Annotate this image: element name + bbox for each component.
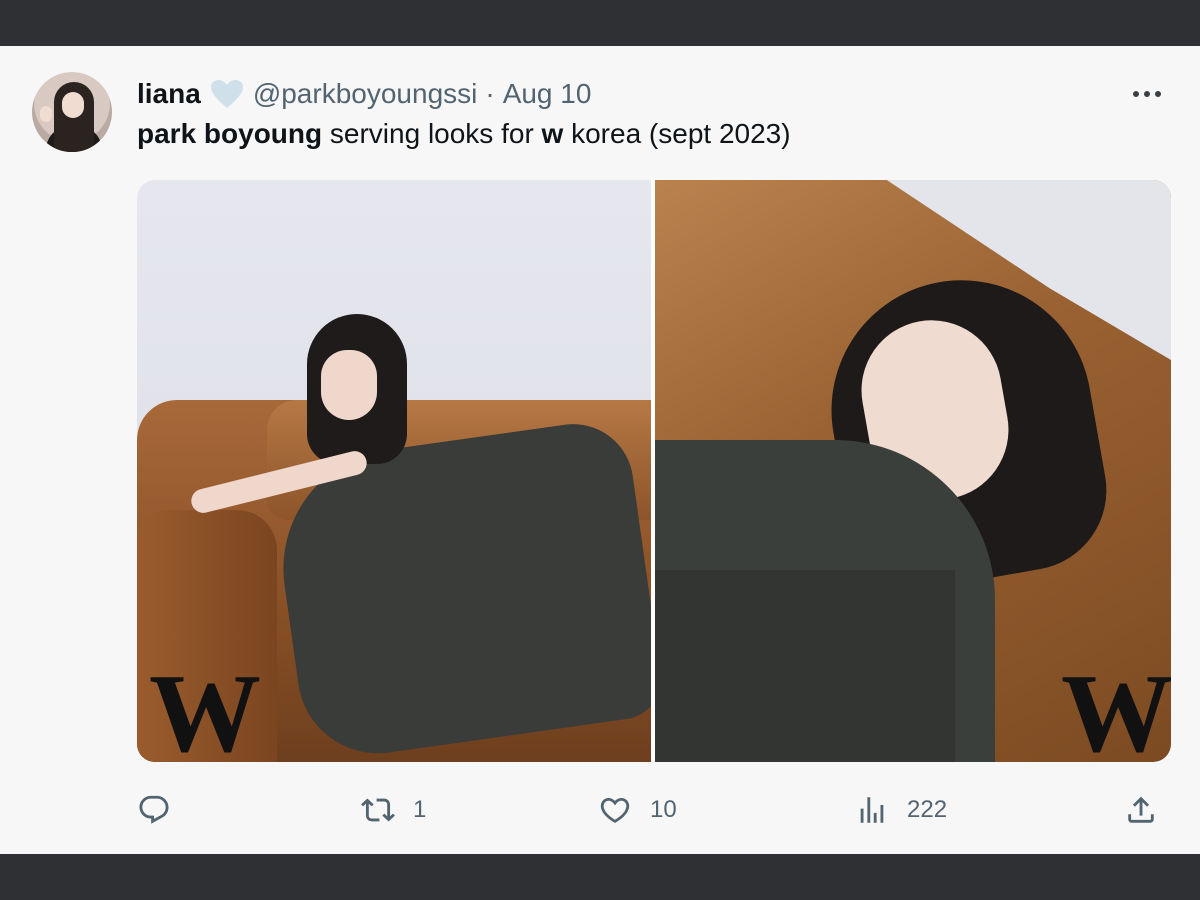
more-options-icon[interactable]: [1133, 86, 1173, 102]
author-name[interactable]: liana: [137, 78, 201, 110]
reply-button[interactable]: [137, 788, 189, 832]
views-count: 222: [907, 796, 948, 823]
avatar-hand-shape: [40, 106, 52, 122]
like-count: 10: [650, 796, 677, 823]
heart-icon: [600, 797, 630, 823]
share-icon: [1128, 796, 1154, 823]
like-button[interactable]: 10: [598, 788, 677, 832]
tweet-date[interactable]: Aug 10: [503, 78, 592, 110]
tweet-card[interactable]: liana @parkboyoungssi · Aug 10 park boyo…: [0, 46, 1200, 854]
avatar[interactable]: [32, 72, 112, 152]
views-icon: [860, 797, 884, 823]
photo-left[interactable]: W: [137, 180, 651, 762]
tweet-text-part: serving looks for: [322, 118, 542, 149]
w-magazine-logo: W: [1061, 652, 1171, 762]
face-shape: [321, 350, 377, 420]
tweet-text-part: korea (sept 2023): [563, 118, 791, 149]
action-bar: 1 10 222: [137, 788, 1171, 832]
retweet-icon: [361, 798, 395, 822]
reply-icon: [139, 795, 169, 824]
retweet-button[interactable]: 1: [361, 788, 426, 832]
views-button[interactable]: 222: [855, 788, 947, 832]
heart-badge-icon: [209, 78, 245, 110]
w-magazine-logo: W: [149, 652, 261, 762]
photo-right[interactable]: W: [655, 180, 1171, 762]
share-button[interactable]: [1124, 788, 1158, 832]
tweet-text-part: w: [541, 118, 564, 149]
tweet-text: park boyoung serving looks for w korea (…: [137, 118, 791, 150]
author-handle[interactable]: @parkboyoungssi: [253, 78, 478, 110]
separator-dot: ·: [485, 78, 495, 109]
retweet-count: 1: [413, 796, 427, 823]
coat-lower-shape: [655, 570, 955, 762]
media-grid: W W: [137, 180, 1171, 762]
avatar-face-shape: [62, 92, 84, 118]
tweet-text-part: park boyoung: [137, 118, 323, 149]
tweet-header: liana @parkboyoungssi · Aug 10: [137, 76, 591, 112]
